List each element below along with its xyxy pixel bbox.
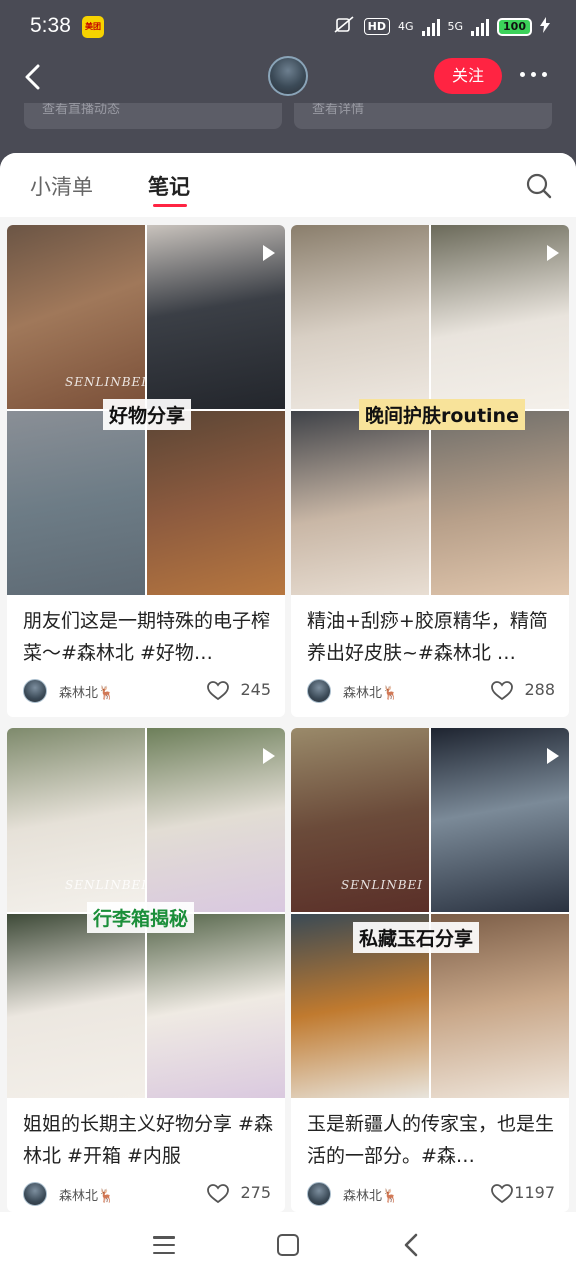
tab-active-indicator bbox=[153, 204, 187, 207]
notes-sheet: 小清单 笔记 SENLINBEI 好物分享 朋友们这是一期特殊的电子榨菜～#森林… bbox=[0, 153, 576, 1280]
note-card[interactable]: SENLINBEI 行李箱揭秘 姐姐的长期主义好物分享 #森林北 #开箱 #内服… bbox=[7, 728, 285, 1212]
author-name[interactable]: 森林北🦌 bbox=[59, 682, 114, 701]
meituan-app-icon: 美团 bbox=[82, 16, 104, 38]
tab-list[interactable]: 小清单 bbox=[30, 171, 93, 201]
network-5g-label: 5G bbox=[447, 20, 464, 33]
note-footer: 森林北🦌 245 bbox=[23, 679, 271, 707]
back-arrow-icon[interactable] bbox=[22, 64, 46, 90]
like-count: 1197 bbox=[514, 1183, 555, 1202]
signal-icon bbox=[471, 18, 490, 36]
charging-icon bbox=[540, 17, 550, 36]
cover-overlay-label: 好物分享 bbox=[103, 399, 192, 430]
tab-bar: 小清单 笔记 bbox=[0, 153, 576, 217]
note-card[interactable]: SENLINBEI 私藏玉石分享 玉是新疆人的传家宝，也是生活的一部分。#森… … bbox=[291, 728, 569, 1212]
note-cover-image[interactable]: SENLINBEI 行李箱揭秘 bbox=[7, 728, 285, 1098]
note-title[interactable]: 玉是新疆人的传家宝，也是生活的一部分。#森… bbox=[307, 1108, 559, 1172]
tab-notes[interactable]: 笔记 bbox=[148, 171, 190, 201]
status-bar: 5:38 美团 HD 4G 5G 100 bbox=[0, 0, 576, 56]
note-card[interactable]: SENLINBEI 好物分享 朋友们这是一期特殊的电子榨菜～#森林北 #好物… … bbox=[7, 225, 285, 717]
status-time: 5:38 bbox=[30, 14, 71, 37]
more-options-icon[interactable] bbox=[520, 72, 552, 80]
video-play-icon bbox=[263, 748, 275, 764]
live-updates-button[interactable]: 查看直播动态 bbox=[24, 103, 282, 129]
battery-icon: 100 bbox=[497, 17, 532, 36]
like-count: 288 bbox=[524, 680, 555, 699]
heart-icon[interactable] bbox=[207, 1184, 229, 1204]
video-play-icon bbox=[547, 748, 559, 764]
like-count: 245 bbox=[240, 680, 271, 699]
note-title[interactable]: 精油+刮痧+胶原精华，精简养出好皮肤~#森林北 … bbox=[307, 605, 559, 669]
note-cover-image[interactable]: SENLINBEI 好物分享 bbox=[7, 225, 285, 595]
signal-icon bbox=[421, 18, 440, 36]
note-card[interactable]: 晚间护肤routine 精油+刮痧+胶原精华，精简养出好皮肤~#森林北 … 森林… bbox=[291, 225, 569, 717]
profile-avatar[interactable] bbox=[268, 56, 308, 96]
heart-icon[interactable] bbox=[207, 681, 229, 701]
watermark: SENLINBEI bbox=[65, 375, 148, 389]
watermark: SENLINBEI bbox=[65, 878, 148, 892]
system-nav-bar bbox=[0, 1212, 576, 1280]
author-avatar[interactable] bbox=[307, 679, 331, 703]
author-avatar[interactable] bbox=[23, 1182, 47, 1206]
cover-overlay-label: 私藏玉石分享 bbox=[353, 922, 480, 953]
header-area: 5:38 美团 HD 4G 5G 100 关注 查看直播动态 查看详情 bbox=[0, 0, 576, 175]
recent-apps-icon[interactable] bbox=[153, 1236, 175, 1254]
author-name[interactable]: 森林北🦌 bbox=[343, 1185, 398, 1204]
top-navbar: 关注 bbox=[0, 52, 576, 102]
heart-icon[interactable] bbox=[491, 681, 513, 701]
note-title[interactable]: 姐姐的长期主义好物分享 #森林北 #开箱 #内服 bbox=[23, 1108, 275, 1172]
note-footer: 森林北🦌 288 bbox=[307, 679, 555, 707]
home-icon[interactable] bbox=[277, 1234, 299, 1256]
like-count: 275 bbox=[240, 1183, 271, 1202]
author-avatar[interactable] bbox=[23, 679, 47, 703]
cover-overlay-label: 行李箱揭秘 bbox=[87, 902, 195, 933]
video-play-icon bbox=[547, 245, 559, 261]
note-footer: 森林北🦌 275 bbox=[23, 1182, 271, 1210]
watermark: SENLINBEI bbox=[341, 878, 424, 892]
search-icon[interactable] bbox=[526, 173, 552, 199]
status-icons: HD 4G 5G 100 bbox=[334, 16, 550, 37]
note-cover-image[interactable]: SENLINBEI 私藏玉石分享 bbox=[291, 728, 569, 1098]
note-title[interactable]: 朋友们这是一期特殊的电子榨菜～#森林北 #好物… bbox=[23, 605, 275, 669]
cover-overlay-label: 晚间护肤routine bbox=[359, 399, 525, 430]
note-cover-image[interactable]: 晚间护肤routine bbox=[291, 225, 569, 595]
author-name[interactable]: 森林北🦌 bbox=[343, 682, 398, 701]
hd-icon: HD bbox=[363, 18, 390, 35]
author-avatar[interactable] bbox=[307, 1182, 331, 1206]
note-footer: 森林北🦌 1197 bbox=[307, 1182, 555, 1210]
back-nav-icon[interactable] bbox=[402, 1232, 420, 1258]
author-name[interactable]: 森林北🦌 bbox=[59, 1185, 114, 1204]
mute-icon bbox=[334, 16, 356, 37]
view-details-button[interactable]: 查看详情 bbox=[294, 103, 552, 129]
follow-button[interactable]: 关注 bbox=[434, 58, 502, 94]
video-play-icon bbox=[263, 245, 275, 261]
network-4g-label: 4G bbox=[397, 20, 414, 33]
heart-icon[interactable] bbox=[491, 1184, 513, 1204]
